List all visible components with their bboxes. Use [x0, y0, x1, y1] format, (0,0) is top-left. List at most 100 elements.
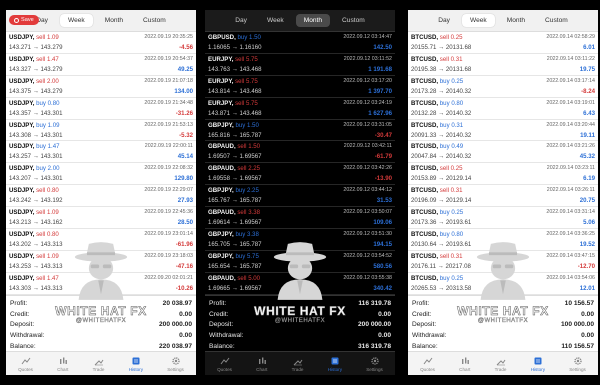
deal-side: sell: [34, 187, 46, 195]
deal-row[interactable]: BTCUSD, buy 0.49 2022.09.14 03:21:26 20047…: [408, 141, 598, 164]
deal-symbol: GBPAUD,: [208, 143, 236, 151]
deal-lot: 0.31: [448, 252, 463, 260]
deal-title: BTCUSD, sell 0.25: [411, 165, 463, 174]
deal-side: sell: [34, 274, 46, 282]
tab-custom[interactable]: Custom: [537, 14, 576, 27]
tab-week[interactable]: Week: [259, 14, 292, 27]
deal-row[interactable]: BTCUSD, buy 0.25 2022.09.14 03:17:14 20173…: [408, 76, 598, 98]
deal-prices: 143.357 → 143.301: [9, 109, 63, 117]
deal-row[interactable]: GBPJPY, buy 5.75 2022.09.12 03:54:52 165.6…: [205, 251, 395, 273]
summary-profit: Profit: 10 156.57: [412, 298, 594, 309]
deal-prices: 20153.89 → 20129.14: [411, 175, 472, 183]
deal-symbol: BTCUSD,: [411, 231, 439, 239]
deal-row[interactable]: BTCUSD, buy 0.80 2022.09.14 03:36:25 20130…: [408, 229, 598, 251]
nav-label: History: [530, 366, 545, 372]
deal-side: buy: [438, 231, 450, 239]
tab-week[interactable]: Week: [461, 14, 495, 27]
deal-side: sell: [235, 165, 247, 173]
deal-profit: 5.06: [583, 219, 595, 227]
deal-row[interactable]: USDJPY, buy 1.47 2022.09.19 22:00:11 143.2…: [6, 141, 196, 164]
deal-symbol: GBPJPY,: [208, 231, 234, 239]
save-button[interactable]: Save: [9, 15, 39, 25]
deal-row[interactable]: USDJPY, buy 1.09 2022.09.19 21:53:13 143.3…: [6, 120, 196, 142]
deal-row[interactable]: GBPAUD, sell 1.50 2022.09.12 03:42:11 1.69…: [205, 141, 395, 164]
tab-month[interactable]: Month: [499, 14, 533, 27]
tab-day[interactable]: Day: [227, 14, 255, 27]
nav-trade[interactable]: Trade: [495, 356, 506, 372]
deal-row[interactable]: BTCUSD, buy 0.25 2022.09.14 03:31:14 20173…: [408, 207, 598, 230]
deal-side: sell: [233, 77, 245, 85]
nav-settings[interactable]: Settings: [167, 356, 184, 372]
nav-chart[interactable]: Chart: [57, 356, 68, 372]
nav-quotes[interactable]: Quotes: [217, 356, 232, 372]
deal-row[interactable]: USDJPY, sell 1.47 2022.09.19 20:54:37 143.…: [6, 54, 196, 76]
deal-symbol: EURJPY,: [208, 77, 234, 85]
deal-row[interactable]: GBPAUD, sell 5.00 2022.09.12 03:55:38 1.69…: [205, 273, 395, 295]
deal-row[interactable]: EURJPY, sell 5.75 2022.09.12 03:11:52 143.…: [205, 54, 395, 76]
tab-custom[interactable]: Custom: [135, 14, 174, 27]
deal-row[interactable]: GBPJPY, buy 1.50 2022.09.12 03:31:05 165.8…: [205, 120, 395, 142]
deal-row[interactable]: USDJPY, sell 1.09 2022.09.19 20:35:25 143.…: [6, 32, 196, 54]
deal-row[interactable]: USDJPY, sell 0.80 2022.09.19 23:01:14 143.…: [6, 229, 196, 251]
deal-row[interactable]: GBPAUD, sell 3.38 2022.09.12 03:50:07 1.69…: [205, 207, 395, 230]
deal-row[interactable]: BTCUSD, buy 0.31 2022.09.14 03:20:44 20091…: [408, 120, 598, 142]
deal-lot: 2.25: [246, 165, 261, 173]
nav-trade[interactable]: Trade: [93, 356, 104, 372]
nav-settings[interactable]: Settings: [569, 356, 586, 372]
deal-row[interactable]: BTCUSD, sell 0.31 2022.09.14 03:11:22 2019…: [408, 54, 598, 76]
nav-label: Quotes: [420, 366, 435, 372]
nav-history[interactable]: History: [531, 356, 545, 372]
nav-history[interactable]: History: [129, 356, 143, 372]
deal-row[interactable]: BTCUSD, sell 0.25 2022.09.14 03:23:11 2015…: [408, 163, 598, 186]
deal-row[interactable]: BTCUSD, sell 0.31 2022.09.14 03:47:15 2017…: [408, 251, 598, 273]
deal-row[interactable]: GBPJPY, buy 3.38 2022.09.12 03:51:30 165.7…: [205, 229, 395, 251]
tab-month[interactable]: Month: [97, 14, 131, 27]
deal-row[interactable]: GBPAUD, sell 2.25 2022.09.12 03:42:26 1.69…: [205, 163, 395, 186]
nav-chart[interactable]: Chart: [256, 356, 267, 372]
nav-settings[interactable]: Settings: [366, 356, 383, 372]
deal-profit: 134.00: [174, 87, 193, 95]
deal-title: USDJPY, buy 0.80: [9, 100, 60, 109]
tab-month[interactable]: Month: [295, 14, 331, 27]
deal-row[interactable]: EURJPY, sell 5.75 2022.09.12 03:17:20 143.…: [205, 76, 395, 98]
deal-row[interactable]: BTCUSD, sell 0.25 2022.09.14 02:58:29 2015…: [408, 32, 598, 54]
nav-history[interactable]: History: [328, 356, 342, 372]
deal-title: USDJPY, sell 0.80: [9, 187, 59, 196]
deal-side: sell: [34, 55, 46, 63]
deal-title: BTCUSD, buy 0.25: [411, 78, 463, 87]
nav-quotes[interactable]: Quotes: [420, 356, 435, 372]
deal-symbol: BTCUSD,: [411, 99, 439, 107]
deal-row[interactable]: BTCUSD, buy 0.80 2022.09.14 03:19:01 20132…: [408, 98, 598, 120]
deal-prices: 165.654 → 165.787: [208, 262, 262, 270]
deal-row[interactable]: EURJPY, sell 5.75 2022.09.12 03:24:19 143.…: [205, 98, 395, 120]
deal-lot: 0.25: [448, 165, 463, 173]
deal-time: 2022.09.19 21:53:13: [144, 121, 193, 128]
nav-trade[interactable]: Trade: [292, 356, 303, 372]
tab-week[interactable]: Week: [59, 14, 93, 27]
tab-day[interactable]: Day: [430, 14, 458, 27]
deal-row[interactable]: BTCUSD, buy 0.25 2022.09.14 03:54:06 20265…: [408, 273, 598, 295]
deal-row[interactable]: USDJPY, sell 0.80 2022.09.19 22:29:07 143.…: [6, 185, 196, 208]
nav-quotes[interactable]: Quotes: [18, 356, 33, 372]
deal-row[interactable]: BTCUSD, sell 0.31 2022.09.14 03:26:11 2019…: [408, 185, 598, 208]
deal-row[interactable]: GBPUSD, buy 1.50 2022.09.12 03:14:47 1.160…: [205, 32, 395, 54]
nav-label: History: [128, 366, 143, 372]
deal-row[interactable]: USDJPY, sell 1.47 2022.09.20 02:01:21 143.…: [6, 273, 196, 295]
history-panel-mixed: Day Week Month Custom GBPUSD, buy 1.50 2022.0…: [205, 10, 395, 375]
history-panel-btcusd: Day Week Month Custom BTCUSD, sell 0.25 2022.…: [408, 10, 598, 375]
deal-lot: 0.25: [448, 34, 463, 41]
deal-profit: 19.75: [579, 65, 595, 73]
deal-row[interactable]: USDJPY, buy 2.00 2022.09.19 22:08:32 143.2…: [6, 163, 196, 186]
deal-row[interactable]: USDJPY, sell 2.00 2022.09.19 21:07:18 143.…: [6, 76, 196, 98]
deal-symbol: BTCUSD,: [411, 77, 439, 85]
bottom-nav: Quotes Chart Trade History Settings: [408, 351, 598, 375]
deal-row[interactable]: USDJPY, buy 0.80 2022.09.19 21:34:48 143.3…: [6, 98, 196, 120]
deal-lot: 0.31: [449, 121, 464, 129]
deal-row[interactable]: USDJPY, sell 1.09 2022.09.19 23:18:03 143.…: [6, 251, 196, 273]
tab-custom[interactable]: Custom: [334, 14, 373, 27]
nav-chart[interactable]: Chart: [459, 356, 470, 372]
deal-row[interactable]: USDJPY, sell 1.09 2022.09.19 22:45:36 143.…: [6, 207, 196, 230]
summary-value: 200 000.00: [357, 321, 391, 329]
deal-row[interactable]: GBPJPY, buy 2.25 2022.09.12 03:44:12 165.7…: [205, 185, 395, 208]
nav-label: Settings: [366, 366, 383, 372]
